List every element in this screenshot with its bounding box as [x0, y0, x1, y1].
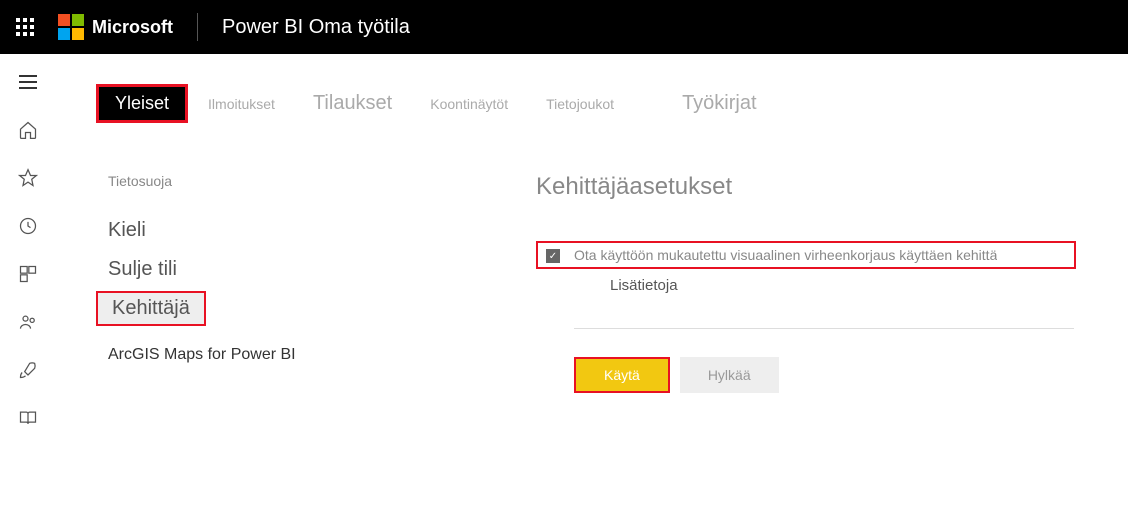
debug-checkbox-label: Ota käyttöön mukautettu visuaalinen virh… [574, 247, 997, 263]
tab-general[interactable]: Yleiset [96, 84, 188, 123]
tab-workbooks[interactable]: Työkirjat [664, 86, 774, 121]
divider [574, 328, 1074, 329]
tab-notifications[interactable]: Ilmoitukset [190, 90, 293, 118]
debug-checkbox[interactable]: ✓ [546, 249, 560, 263]
left-nav [0, 54, 56, 524]
settings-item-language[interactable]: Kieli [96, 211, 536, 250]
microsoft-logo-icon [58, 14, 84, 40]
detail-title: Kehittäjäasetukset [536, 173, 1128, 201]
brand-label: Microsoft [92, 17, 173, 38]
debug-checkbox-row: ✓ Ota käyttöön mukautettu visuaalinen vi… [536, 241, 1076, 269]
rocket-icon[interactable] [18, 360, 38, 380]
tab-row: Yleiset Ilmoitukset Tilaukset Koontinäyt… [96, 84, 1128, 123]
main-content: Yleiset Ilmoitukset Tilaukset Koontinäyt… [56, 54, 1128, 524]
topbar-divider [197, 13, 198, 41]
app-launcher-icon[interactable] [16, 18, 34, 36]
clock-icon[interactable] [18, 216, 38, 236]
settings-item-developer[interactable]: Kehittäjä [96, 291, 206, 326]
hamburger-icon[interactable] [18, 72, 38, 92]
discard-button[interactable]: Hylkää [680, 357, 779, 393]
book-icon[interactable] [18, 408, 38, 428]
star-icon[interactable] [18, 168, 38, 188]
button-row: Käytä Hylkää [574, 357, 1128, 393]
more-info-link[interactable]: Lisätietoja [610, 277, 1128, 294]
product-title: Power BI Oma työtila [222, 16, 410, 39]
tab-datasets[interactable]: Tietojoukot [528, 90, 632, 118]
settings-item-arcgis[interactable]: ArcGIS Maps for Power BI [96, 338, 536, 372]
tab-dashboards[interactable]: Koontinäytöt [412, 90, 526, 118]
topbar: Microsoft Power BI Oma työtila [0, 0, 1128, 54]
people-icon[interactable] [18, 312, 38, 332]
detail-panel: Kehittäjäasetukset ✓ Ota käyttöön mukaut… [536, 173, 1128, 393]
home-icon[interactable] [18, 120, 38, 140]
apps-icon[interactable] [18, 264, 38, 284]
settings-list: Tietosuoja Kieli Sulje tili Kehittäjä Ar… [96, 173, 536, 393]
tab-subscriptions[interactable]: Tilaukset [295, 86, 410, 121]
settings-item-close-account[interactable]: Sulje tili [96, 250, 536, 289]
apply-button[interactable]: Käytä [574, 357, 670, 393]
settings-item-privacy[interactable]: Tietosuoja [108, 173, 536, 189]
